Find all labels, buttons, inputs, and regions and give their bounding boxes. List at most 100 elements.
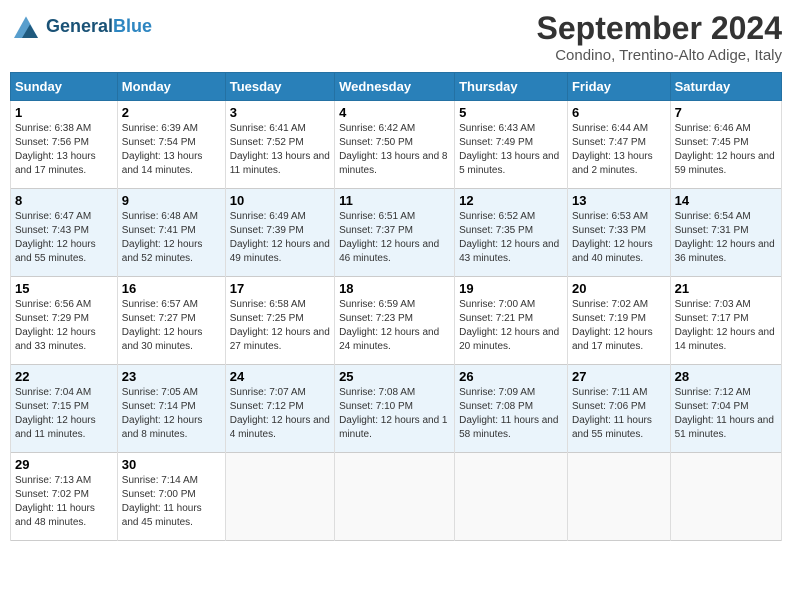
day-info: Sunrise: 7:08 AMSunset: 7:10 PMDaylight:… <box>339 386 450 442</box>
day-number: 4 <box>339 105 450 120</box>
calendar-cell: 14Sunrise: 6:54 AMSunset: 7:31 PMDayligh… <box>670 189 781 277</box>
day-info: Sunrise: 6:44 AMSunset: 7:47 PMDaylight:… <box>572 122 666 178</box>
day-info: Sunrise: 6:56 AMSunset: 7:29 PMDaylight:… <box>15 298 113 354</box>
day-info: Sunrise: 6:43 AMSunset: 7:49 PMDaylight:… <box>459 122 563 178</box>
day-info: Sunrise: 6:42 AMSunset: 7:50 PMDaylight:… <box>339 122 450 178</box>
day-info: Sunrise: 7:07 AMSunset: 7:12 PMDaylight:… <box>230 386 330 442</box>
calendar-cell: 28Sunrise: 7:12 AMSunset: 7:04 PMDayligh… <box>670 365 781 453</box>
day-number: 17 <box>230 281 330 296</box>
calendar-cell: 29 Sunrise: 7:13 AMSunset: 7:02 PMDayligh… <box>11 453 118 541</box>
calendar-cell: 5 Sunrise: 6:43 AMSunset: 7:49 PMDaylight… <box>455 101 568 189</box>
calendar-cell <box>335 453 455 541</box>
day-info: Sunrise: 6:58 AMSunset: 7:25 PMDaylight:… <box>230 298 330 354</box>
calendar-cell: 18Sunrise: 6:59 AMSunset: 7:23 PMDayligh… <box>335 277 455 365</box>
weekday-header-tuesday: Tuesday <box>225 73 334 101</box>
weekday-header-friday: Friday <box>567 73 670 101</box>
calendar-week-row: 29 Sunrise: 7:13 AMSunset: 7:02 PMDayligh… <box>11 453 782 541</box>
day-number: 7 <box>675 105 777 120</box>
day-info: Sunrise: 6:52 AMSunset: 7:35 PMDaylight:… <box>459 210 563 266</box>
weekday-header-monday: Monday <box>117 73 225 101</box>
day-info: Sunrise: 6:57 AMSunset: 7:27 PMDaylight:… <box>122 298 221 354</box>
day-info: Sunrise: 6:51 AMSunset: 7:37 PMDaylight:… <box>339 210 450 266</box>
day-number: 15 <box>15 281 113 296</box>
day-number: 22 <box>15 369 113 384</box>
logo: GeneralBlue <box>10 10 152 42</box>
month-title: September 2024 <box>537 10 782 47</box>
calendar-cell: 19 Sunrise: 7:00 AMSunset: 7:21 PMDayligh… <box>455 277 568 365</box>
day-info: Sunrise: 7:09 AMSunset: 7:08 PMDaylight:… <box>459 386 563 442</box>
calendar-cell: 13 Sunrise: 6:53 AMSunset: 7:33 PMDayligh… <box>567 189 670 277</box>
day-number: 19 <box>459 281 563 296</box>
day-number: 6 <box>572 105 666 120</box>
calendar-cell <box>567 453 670 541</box>
day-info: Sunrise: 6:41 AMSunset: 7:52 PMDaylight:… <box>230 122 330 178</box>
day-number: 13 <box>572 193 666 208</box>
title-area: September 2024 Condino, Trentino-Alto Ad… <box>537 10 782 64</box>
day-number: 20 <box>572 281 666 296</box>
day-info: Sunrise: 6:38 AMSunset: 7:56 PMDaylight:… <box>15 122 113 178</box>
calendar-cell <box>455 453 568 541</box>
calendar-cell: 24 Sunrise: 7:07 AMSunset: 7:12 PMDayligh… <box>225 365 334 453</box>
day-info: Sunrise: 7:05 AMSunset: 7:14 PMDaylight:… <box>122 386 221 442</box>
calendar-cell: 20Sunrise: 7:02 AMSunset: 7:19 PMDayligh… <box>567 277 670 365</box>
day-number: 23 <box>122 369 221 384</box>
day-number: 3 <box>230 105 330 120</box>
day-info: Sunrise: 6:48 AMSunset: 7:41 PMDaylight:… <box>122 210 221 266</box>
calendar-cell: 1 Sunrise: 6:38 AMSunset: 7:56 PMDaylight… <box>11 101 118 189</box>
calendar-cell: 21Sunrise: 7:03 AMSunset: 7:17 PMDayligh… <box>670 277 781 365</box>
day-number: 5 <box>459 105 563 120</box>
weekday-header-sunday: Sunday <box>11 73 118 101</box>
weekday-header-thursday: Thursday <box>455 73 568 101</box>
weekday-header-row: SundayMondayTuesdayWednesdayThursdayFrid… <box>11 73 782 101</box>
calendar-cell: 2Sunrise: 6:39 AMSunset: 7:54 PMDaylight… <box>117 101 225 189</box>
calendar-cell: 30 Sunrise: 7:14 AMSunset: 7:00 PMDayligh… <box>117 453 225 541</box>
day-info: Sunrise: 7:11 AMSunset: 7:06 PMDaylight:… <box>572 386 666 442</box>
day-number: 18 <box>339 281 450 296</box>
day-info: Sunrise: 6:53 AMSunset: 7:33 PMDaylight:… <box>572 210 666 266</box>
day-info: Sunrise: 7:12 AMSunset: 7:04 PMDaylight:… <box>675 386 777 442</box>
day-number: 24 <box>230 369 330 384</box>
day-info: Sunrise: 7:13 AMSunset: 7:02 PMDaylight:… <box>15 474 113 530</box>
day-number: 26 <box>459 369 563 384</box>
day-number: 10 <box>230 193 330 208</box>
calendar-cell <box>225 453 334 541</box>
calendar-cell: 27 Sunrise: 7:11 AMSunset: 7:06 PMDayligh… <box>567 365 670 453</box>
calendar-week-row: 22 Sunrise: 7:04 AMSunset: 7:15 PMDayligh… <box>11 365 782 453</box>
calendar-cell: 3 Sunrise: 6:41 AMSunset: 7:52 PMDaylight… <box>225 101 334 189</box>
calendar-cell: 15 Sunrise: 6:56 AMSunset: 7:29 PMDayligh… <box>11 277 118 365</box>
calendar-cell: 17 Sunrise: 6:58 AMSunset: 7:25 PMDayligh… <box>225 277 334 365</box>
calendar-cell: 22 Sunrise: 7:04 AMSunset: 7:15 PMDayligh… <box>11 365 118 453</box>
day-number: 25 <box>339 369 450 384</box>
calendar-week-row: 15 Sunrise: 6:56 AMSunset: 7:29 PMDayligh… <box>11 277 782 365</box>
location-subtitle: Condino, Trentino-Alto Adige, Italy <box>537 47 782 64</box>
calendar-cell: 16 Sunrise: 6:57 AMSunset: 7:27 PMDayligh… <box>117 277 225 365</box>
calendar-table: SundayMondayTuesdayWednesdayThursdayFrid… <box>10 72 782 541</box>
calendar-cell: 23 Sunrise: 7:05 AMSunset: 7:14 PMDayligh… <box>117 365 225 453</box>
calendar-cell <box>670 453 781 541</box>
calendar-cell: 4 Sunrise: 6:42 AMSunset: 7:50 PMDaylight… <box>335 101 455 189</box>
day-info: Sunrise: 6:39 AMSunset: 7:54 PMDaylight:… <box>122 122 221 178</box>
day-info: Sunrise: 7:00 AMSunset: 7:21 PMDaylight:… <box>459 298 563 354</box>
day-info: Sunrise: 6:47 AMSunset: 7:43 PMDaylight:… <box>15 210 113 266</box>
day-number: 14 <box>675 193 777 208</box>
calendar-cell: 12Sunrise: 6:52 AMSunset: 7:35 PMDayligh… <box>455 189 568 277</box>
calendar-week-row: 8 Sunrise: 6:47 AMSunset: 7:43 PMDaylight… <box>11 189 782 277</box>
day-number: 11 <box>339 193 450 208</box>
day-info: Sunrise: 7:14 AMSunset: 7:00 PMDaylight:… <box>122 474 221 530</box>
day-number: 29 <box>15 457 113 472</box>
day-number: 21 <box>675 281 777 296</box>
calendar-cell: 6 Sunrise: 6:44 AMSunset: 7:47 PMDaylight… <box>567 101 670 189</box>
logo-general-text: General <box>46 16 113 36</box>
calendar-body: 1 Sunrise: 6:38 AMSunset: 7:56 PMDaylight… <box>11 101 782 541</box>
day-number: 1 <box>15 105 113 120</box>
day-number: 16 <box>122 281 221 296</box>
header: GeneralBlue September 2024 Condino, Tren… <box>10 10 782 64</box>
day-number: 27 <box>572 369 666 384</box>
day-info: Sunrise: 7:04 AMSunset: 7:15 PMDaylight:… <box>15 386 113 442</box>
day-number: 30 <box>122 457 221 472</box>
day-number: 8 <box>15 193 113 208</box>
calendar-cell: 8 Sunrise: 6:47 AMSunset: 7:43 PMDaylight… <box>11 189 118 277</box>
calendar-cell: 7Sunrise: 6:46 AMSunset: 7:45 PMDaylight… <box>670 101 781 189</box>
day-number: 9 <box>122 193 221 208</box>
logo-blue-text: Blue <box>113 16 152 36</box>
